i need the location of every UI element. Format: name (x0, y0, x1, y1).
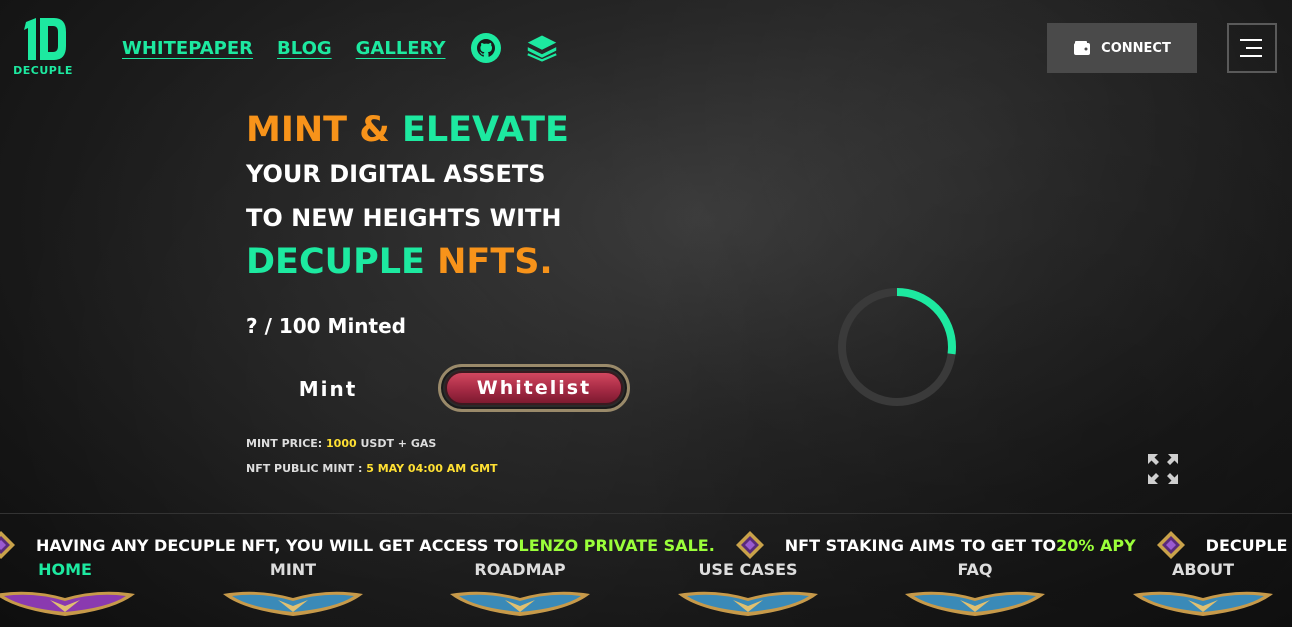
ticker-item: NFT STAKING AIMS TO GET TO 20% APY (785, 536, 1136, 555)
logo-mark-icon (24, 18, 66, 60)
top-nav: WHITEPAPER BLOG GALLERY (122, 32, 582, 64)
headline-line3: TO NEW HEIGHTS WITH (246, 204, 562, 232)
nav-gallery[interactable]: GALLERY (356, 38, 446, 59)
wing-ornament-icon (223, 591, 363, 616)
fullscreen-expand-icon[interactable] (1146, 452, 1180, 486)
wing-ornament-icon (678, 591, 818, 616)
ticker-highlight: LENZO PRIVATE SALE. (518, 535, 715, 555)
ticker-text: NFT STAKING AIMS TO GET TO (784, 535, 1057, 555)
bottom-nav-faq[interactable]: FAQ (900, 556, 1050, 627)
wing-ornament-icon (0, 591, 135, 616)
ticker-item: DECUPLE REFE (1206, 536, 1292, 555)
wing-ornament-icon (450, 591, 590, 616)
bottom-nav-label: FAQ (957, 560, 993, 579)
minted-count: ? / 100 Minted (246, 314, 406, 338)
bottom-nav-home[interactable]: HOME (0, 556, 140, 627)
nav-whitepaper[interactable]: WHITEPAPER (122, 38, 253, 59)
bottom-nav-mint[interactable]: MINT (218, 556, 368, 627)
bottom-nav-about[interactable]: ABOUT (1128, 556, 1278, 627)
github-icon[interactable] (470, 32, 502, 64)
bottom-nav-label: ROADMAP (474, 560, 566, 579)
public-mint-label: NFT PUBLIC MINT : (246, 462, 367, 475)
menu-line-icon (1240, 39, 1262, 41)
headline-mint: MINT (246, 110, 348, 150)
wallet-icon (1074, 41, 1091, 55)
hamburger-menu-button[interactable] (1227, 23, 1277, 73)
public-mint-date: NFT PUBLIC MINT : 5 MAY 04:00 AM GMT (246, 462, 498, 475)
bottom-nav-label: ABOUT (1171, 560, 1235, 579)
headline-decuple: DECUPLE (246, 242, 425, 282)
layers-icon[interactable] (526, 32, 558, 64)
hero-headline: MINT & ELEVATE YOUR DIGITAL ASSETS TO NE… (246, 108, 569, 284)
connect-label: CONNECT (1101, 40, 1171, 56)
bottom-nav-roadmap[interactable]: ROADMAP (445, 556, 595, 627)
whitelist-label: Whitelist (445, 371, 623, 405)
connect-wallet-button[interactable]: CONNECT (1047, 23, 1197, 73)
wing-ornament-icon (1133, 591, 1273, 616)
headline-nfts: NFTS. (437, 242, 553, 282)
whitelist-button[interactable]: Whitelist (438, 364, 630, 412)
ticker-text: DECUPLE REFE (1205, 535, 1292, 555)
mint-price-suffix: USDT + GAS (356, 437, 437, 450)
mint-price-label: MINT PRICE: (246, 437, 327, 450)
nav-blog[interactable]: BLOG (277, 38, 332, 59)
wing-ornament-icon (905, 591, 1045, 616)
mint-price-value: 1000 (326, 437, 357, 450)
headline-amp: & (359, 110, 390, 150)
decuple-logo[interactable]: DECUPLE (12, 16, 74, 80)
ticker-item: HAVING ANY DECUPLE NFT, YOU WILL GET ACC… (36, 536, 715, 555)
loading-spinner (838, 288, 956, 406)
mint-price: MINT PRICE: 1000 USDT + GAS (246, 437, 436, 450)
ticker-highlight: 20% APY (1056, 535, 1136, 555)
ticker-text: HAVING ANY DECUPLE NFT, YOU WILL GET ACC… (36, 535, 519, 555)
bottom-nav: HOME MINT ROADMAP USE CASES FAQ ABOUT (0, 556, 1292, 627)
headline-elevate: ELEVATE (401, 110, 569, 150)
menu-line-icon (1246, 47, 1262, 49)
bottom-nav-label: HOME (38, 560, 92, 579)
public-mint-value: 5 MAY 04:00 AM GMT (366, 462, 498, 475)
headline-line2: YOUR DIGITAL ASSETS (246, 160, 546, 188)
logo-text: DECUPLE (13, 64, 73, 77)
bottom-nav-use-cases[interactable]: USE CASES (673, 556, 823, 627)
bottom-nav-label: USE CASES (698, 560, 798, 579)
bottom-nav-label: MINT (269, 560, 317, 579)
menu-line-icon (1240, 55, 1262, 57)
mint-button[interactable]: Mint (272, 370, 384, 408)
